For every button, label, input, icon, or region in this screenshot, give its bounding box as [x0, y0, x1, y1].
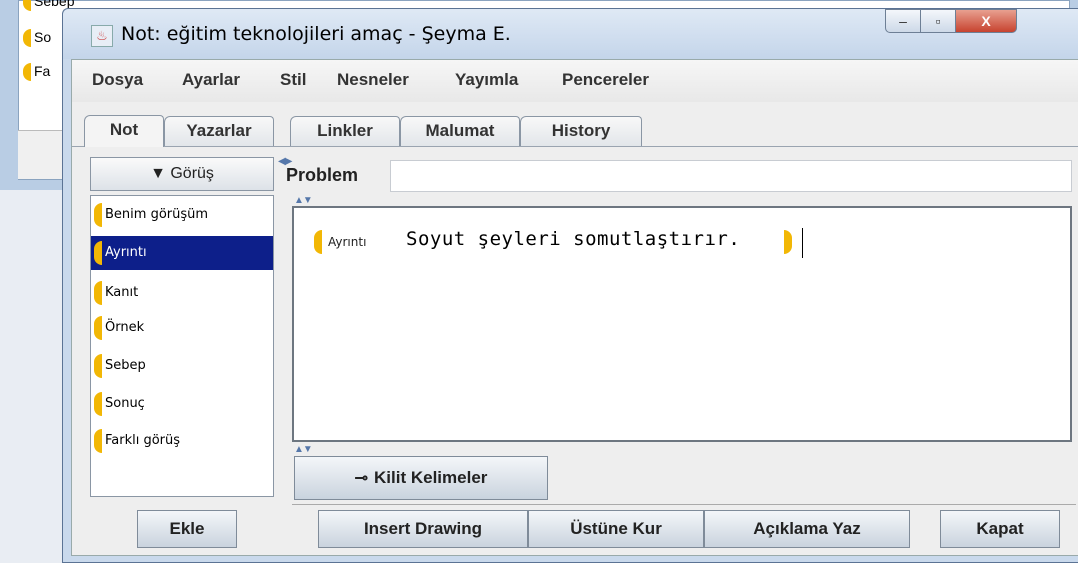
scaffold-tag: Ayrıntı — [328, 235, 367, 249]
note-window: ♨ Not: eğitim teknolojileri amaç - Şeyma… — [62, 8, 1078, 563]
menu-nesneler[interactable]: Nesneler — [337, 70, 409, 90]
text-caret — [802, 228, 803, 258]
menu-ayarlar[interactable]: Ayarlar — [182, 70, 240, 90]
tab-not[interactable]: Not — [84, 115, 164, 147]
menu-bar: Dosya Ayarlar Stil Nesneler Yayımla Penc… — [72, 60, 1078, 102]
scaffold-bracket-icon — [94, 203, 102, 227]
scaffold-item-farkli-gorus[interactable]: Farklı görüş — [91, 424, 273, 458]
scaffold-item-sonuc[interactable]: Sonuç — [91, 387, 273, 421]
tab-history[interactable]: History — [520, 116, 642, 146]
divider — [292, 504, 1076, 505]
note-text: Soyut şeyleri somutlaştırır. — [406, 228, 741, 250]
ustune-kur-button[interactable]: Üstüne Kur — [528, 510, 704, 548]
scaffold-item-ayrinti[interactable]: Ayrıntı — [91, 236, 273, 270]
splitter-arrow-icon[interactable]: ▲▼ — [294, 195, 313, 206]
problem-field[interactable] — [390, 160, 1072, 192]
scaffold-item-ornek[interactable]: Örnek — [91, 311, 273, 345]
key-icon: ⊸ — [354, 470, 369, 487]
problem-label: Problem — [286, 165, 359, 185]
background-list-item: So — [23, 29, 51, 48]
add-button[interactable]: Ekle — [137, 510, 237, 548]
scaffold-bracket-icon — [23, 0, 31, 12]
scaffold-panel: ▼ Görüş Benim görüşüm Ayrıntı Kanıt Örne… — [88, 155, 276, 555]
scaffold-bracket-icon — [23, 29, 31, 48]
scaffold-item-kanit[interactable]: Kanıt — [91, 276, 273, 310]
menu-dosya[interactable]: Dosya — [92, 70, 143, 90]
tab-bar: Not Yazarlar Linkler Malumat History — [72, 102, 1078, 147]
scaffold-bracket-icon — [94, 281, 102, 305]
kapat-button[interactable]: Kapat — [940, 510, 1060, 548]
insert-drawing-button[interactable]: Insert Drawing — [318, 510, 528, 548]
scaffold-item-benim-gorusum[interactable]: Benim görüşüm — [91, 198, 273, 232]
window-title: Not: eğitim teknolojileri amaç - Şeyma E… — [121, 23, 511, 45]
scaffold-item-sebep[interactable]: Sebep — [91, 349, 273, 383]
background-list-item: Fa — [23, 63, 50, 82]
close-button[interactable]: X — [955, 9, 1017, 33]
splitter-arrow-icon[interactable]: ▲▼ — [294, 444, 313, 455]
scaffold-bracket-icon — [94, 316, 102, 340]
window-client-area: Dosya Ayarlar Stil Nesneler Yayımla Penc… — [71, 59, 1078, 556]
title-bar[interactable]: ♨ Not: eğitim teknolojileri amaç - Şeyma… — [63, 9, 1078, 59]
scaffold-list: Benim görüşüm Ayrıntı Kanıt Örnek Sebep … — [90, 195, 274, 497]
maximize-button[interactable]: ▫ — [920, 9, 956, 33]
scaffold-bracket-icon — [94, 392, 102, 416]
scaffold-bracket-icon — [94, 354, 102, 378]
tab-malumat[interactable]: Malumat — [400, 116, 520, 146]
keywords-button[interactable]: ⊸ Kilit Kelimeler — [294, 456, 548, 500]
scaffold-open-bracket-icon — [314, 230, 322, 254]
scaffold-bracket-icon — [23, 63, 31, 82]
menu-pencereler[interactable]: Pencereler — [562, 70, 649, 90]
menu-yayimla[interactable]: Yayımla — [455, 70, 518, 90]
tab-linkler[interactable]: Linkler — [290, 116, 400, 146]
note-editor[interactable]: Ayrıntı Soyut şeyleri somutlaştırır. — [292, 206, 1072, 442]
aciklama-yaz-button[interactable]: Açıklama Yaz — [704, 510, 910, 548]
scaffold-bracket-icon — [94, 241, 102, 265]
minimize-button[interactable]: – — [885, 9, 921, 33]
menu-stil[interactable]: Stil — [280, 70, 306, 90]
java-app-icon: ♨ — [91, 25, 113, 47]
scaffold-dropdown[interactable]: ▼ Görüş — [90, 157, 274, 191]
scaffold-bracket-icon — [94, 429, 102, 453]
scaffold-close-bracket-icon — [784, 230, 792, 254]
tab-yazarlar[interactable]: Yazarlar — [164, 116, 274, 146]
